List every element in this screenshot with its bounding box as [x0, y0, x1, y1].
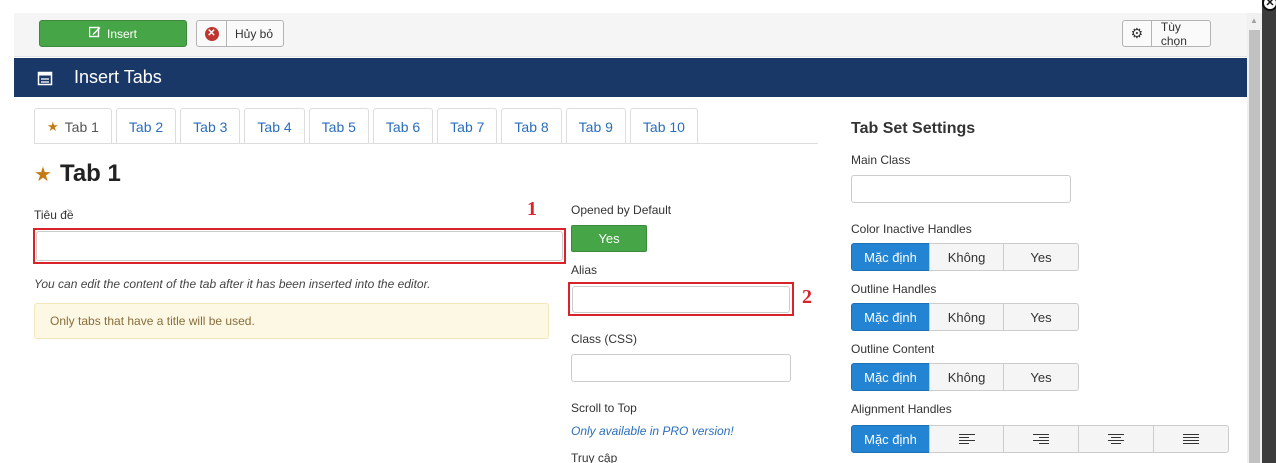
option-yes[interactable]: Yes [1003, 243, 1079, 271]
access-label: Truy cập [571, 451, 618, 463]
scrollbar[interactable]: ▲ [1247, 13, 1262, 463]
tab-bar: ★ Tab 1 Tab 2 Tab 3 Tab 4 Tab 5 Tab 6 Tab… [34, 108, 702, 144]
calendar-icon [36, 70, 54, 86]
opened-label: Opened by Default [571, 203, 672, 217]
option-no[interactable]: Không [929, 243, 1004, 271]
align-justify-button[interactable] [1153, 425, 1229, 453]
annotation-number-2: 2 [802, 286, 812, 308]
tab-divider [34, 143, 818, 144]
alignment-label: Alignment Handles [851, 402, 952, 416]
option-no[interactable]: Không [929, 303, 1004, 331]
toolbar: Insert ✕ Hủy bỏ ⚙ Tùy chọn [14, 13, 1247, 57]
annotation-box-2 [568, 282, 794, 316]
cancel-label: Hủy bỏ [235, 26, 274, 41]
page-title: Insert Tabs [74, 67, 162, 87]
align-center-icon [1108, 434, 1124, 444]
option-default[interactable]: Mặc định [851, 303, 930, 331]
star-icon: ★ [34, 163, 52, 186]
tab-heading: ★ Tab 1 [34, 160, 121, 188]
option-default[interactable]: Mặc định [851, 363, 930, 391]
outline-content-label: Outline Content [851, 342, 935, 356]
title-label: Tiêu đề [34, 208, 74, 222]
align-left-icon [958, 434, 975, 444]
insert-button[interactable]: Insert [39, 20, 187, 47]
outline-content-toggle: Mặc định Không Yes [851, 363, 1079, 391]
tab-6[interactable]: Tab 6 [372, 108, 434, 144]
outline-handles-label: Outline Handles [851, 282, 937, 296]
insert-label: Insert [106, 26, 137, 41]
tab-5[interactable]: Tab 5 [308, 108, 369, 144]
pro-notice: Only available in PRO version! [571, 424, 734, 438]
tab-7[interactable]: Tab 7 [437, 108, 498, 144]
align-left-button[interactable] [929, 425, 1004, 453]
align-center-button[interactable] [1078, 425, 1154, 453]
tab-2[interactable]: Tab 2 [115, 108, 177, 144]
color-inactive-label: Color Inactive Handles [851, 222, 972, 236]
outline-handles-toggle: Mặc định Không Yes [851, 303, 1079, 331]
alias-label: Alias [571, 263, 598, 277]
option-default[interactable]: Mặc định [851, 425, 930, 453]
scrollbar-thumb[interactable] [1249, 30, 1260, 463]
insert-tabs-modal: Insert ✕ Hủy bỏ ⚙ Tùy chọn Insert Tabs ★… [0, 0, 1262, 463]
tab-1[interactable]: ★ Tab 1 [34, 108, 112, 144]
tab-10[interactable]: Tab 10 [629, 108, 698, 144]
options-label: Tùy chọn [1160, 19, 1187, 48]
tab-title: Tab 1 [59, 160, 121, 187]
options-button[interactable]: ⚙ Tùy chọn [1122, 19, 1211, 48]
main-class-input[interactable] [851, 175, 1071, 203]
gear-icon: ⚙ [1123, 21, 1152, 46]
edit-icon [88, 26, 101, 41]
option-yes[interactable]: Yes [1003, 363, 1079, 391]
cancel-button[interactable]: ✕ Hủy bỏ [196, 20, 284, 47]
opened-yes-toggle[interactable]: Yes [571, 225, 647, 252]
tab-9[interactable]: Tab 9 [565, 108, 626, 144]
class-label: Class (CSS) [571, 332, 638, 346]
main-class-label: Main Class [851, 153, 911, 167]
alignment-toggle: Mặc định [851, 425, 1229, 453]
modal-header: Insert Tabs [14, 58, 1247, 97]
align-justify-icon [1183, 434, 1199, 444]
option-default[interactable]: Mặc định [851, 243, 930, 271]
class-input[interactable] [571, 354, 791, 382]
cancel-icon: ✕ [204, 26, 219, 41]
close-icon[interactable]: ✕ [1262, 0, 1276, 11]
tab-4[interactable]: Tab 4 [244, 108, 305, 144]
align-right-icon [1033, 434, 1049, 444]
align-right-button[interactable] [1003, 425, 1079, 453]
star-icon: ★ [47, 118, 59, 134]
option-yes[interactable]: Yes [1003, 303, 1079, 331]
scroll-up-icon[interactable]: ▲ [1250, 16, 1258, 25]
settings-title: Tab Set Settings [851, 120, 976, 137]
title-warning: Only tabs that have a title will be used… [34, 303, 549, 339]
annotation-number-1: 1 [527, 198, 537, 220]
option-no[interactable]: Không [929, 363, 1004, 391]
tab-3[interactable]: Tab 3 [180, 108, 241, 144]
edit-note: You can edit the content of the tab afte… [34, 277, 431, 291]
annotation-box-1 [33, 228, 566, 264]
color-inactive-toggle: Mặc định Không Yes [851, 243, 1079, 271]
scroll-label: Scroll to Top [571, 401, 637, 415]
tab-8[interactable]: Tab 8 [501, 108, 562, 144]
